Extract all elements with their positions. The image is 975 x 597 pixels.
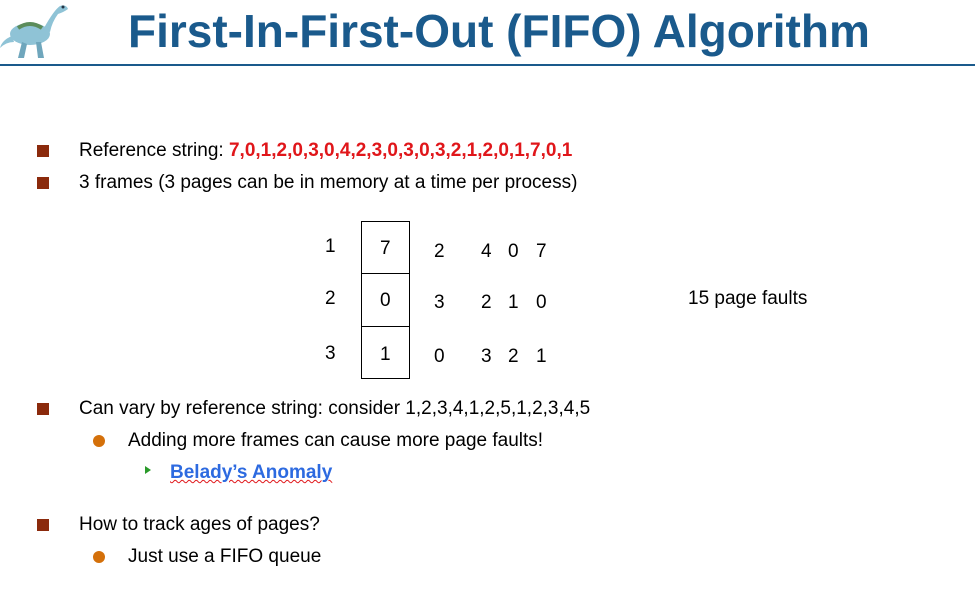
- column-value: 1: [508, 292, 519, 313]
- vary-line: Can vary by reference string: consider 1…: [79, 398, 591, 419]
- row-label: 2: [325, 288, 336, 309]
- bullet-circle-icon: [93, 435, 105, 447]
- beladys-anomaly-link[interactable]: Belady’s Anomaly: [170, 462, 332, 484]
- frame-value: 7: [380, 238, 391, 259]
- bullet-square-icon: [37, 403, 49, 415]
- column-value: 2: [508, 346, 519, 367]
- reference-string-label: Reference string:: [79, 140, 229, 161]
- column-value: 3: [434, 292, 445, 313]
- frame-value: 1: [380, 344, 391, 365]
- frame-value: 0: [380, 290, 391, 311]
- row-label: 3: [325, 343, 336, 364]
- bullet-square-icon: [37, 519, 49, 531]
- column-value: 0: [508, 241, 519, 262]
- column-value: 1: [536, 346, 547, 367]
- row-label: 1: [325, 236, 336, 257]
- column-value: 2: [481, 292, 492, 313]
- bullet-circle-icon: [93, 551, 105, 563]
- column-value: 0: [434, 346, 445, 367]
- frames-line: 3 frames (3 pages can be in memory at a …: [79, 172, 578, 193]
- bullet-arrow-icon: [145, 466, 151, 474]
- column-value: 3: [481, 346, 492, 367]
- fifo-queue-line: Just use a FIFO queue: [128, 546, 322, 567]
- column-value: 0: [536, 292, 547, 313]
- dinosaur-logo-icon: [0, 5, 68, 58]
- reference-string-line: Reference string: 7,0,1,2,0,3,0,4,2,3,0,…: [79, 140, 572, 162]
- more-frames-line: Adding more frames can cause more page f…: [128, 430, 544, 451]
- column-value: 2: [434, 241, 445, 262]
- track-ages-line: How to track ages of pages?: [79, 514, 320, 535]
- reference-string-value: 7,0,1,2,0,3,0,4,2,3,0,3,0,3,2,1,2,0,1,7,…: [228, 140, 573, 161]
- slide-title: First-In-First-Out (FIFO) Algorithm: [128, 5, 870, 57]
- title-divider: [0, 64, 975, 66]
- page-faults-count: 15 page faults: [688, 288, 808, 309]
- column-value: 7: [536, 241, 547, 262]
- column-value: 4: [481, 241, 492, 262]
- bullet-square-icon: [37, 145, 49, 157]
- bullet-square-icon: [37, 177, 49, 189]
